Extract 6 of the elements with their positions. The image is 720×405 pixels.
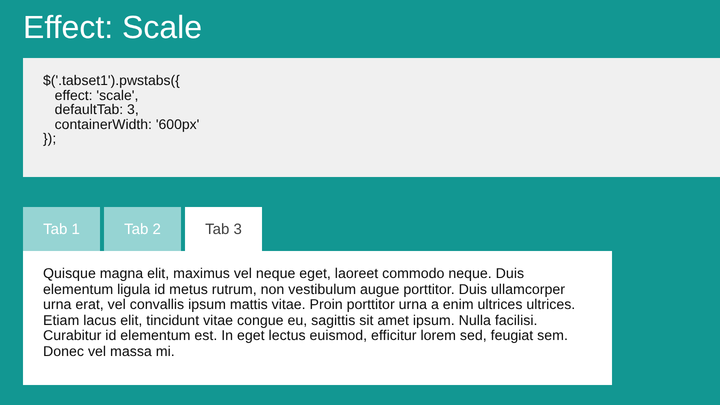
code-block: $('.tabset1').pwstabs({ effect: 'scale', defaultTab: 3, containerWidth: '600px' }); bbox=[23, 58, 720, 177]
content-paragraph: Quisque magna elit, maximus vel neque eget, laoreet commodo neque. Duis elementum ligula id metus rutrum, non vestibulum augue porttitor. Duis ullamcorper urna erat, vel convallis ipsum mattis vitae. Proin porttitor urna a enim ultrices ultrices. Etiam lacus elit, tincidunt vitae congue eu, sagittis sit amet ipsum. Nulla facilisi. Curabitur id elementum est. In eget lectus euismod, efficitur lorem sed, feugiat sem. Donec vel massa mi. bbox=[43, 267, 576, 360]
tab[interactable]: Tab 3 bbox=[185, 207, 262, 251]
tab[interactable]: Tab 2 bbox=[104, 207, 181, 251]
page-title: Effect: Scale bbox=[23, 8, 204, 46]
tab[interactable]: Tab 1 bbox=[23, 207, 100, 251]
